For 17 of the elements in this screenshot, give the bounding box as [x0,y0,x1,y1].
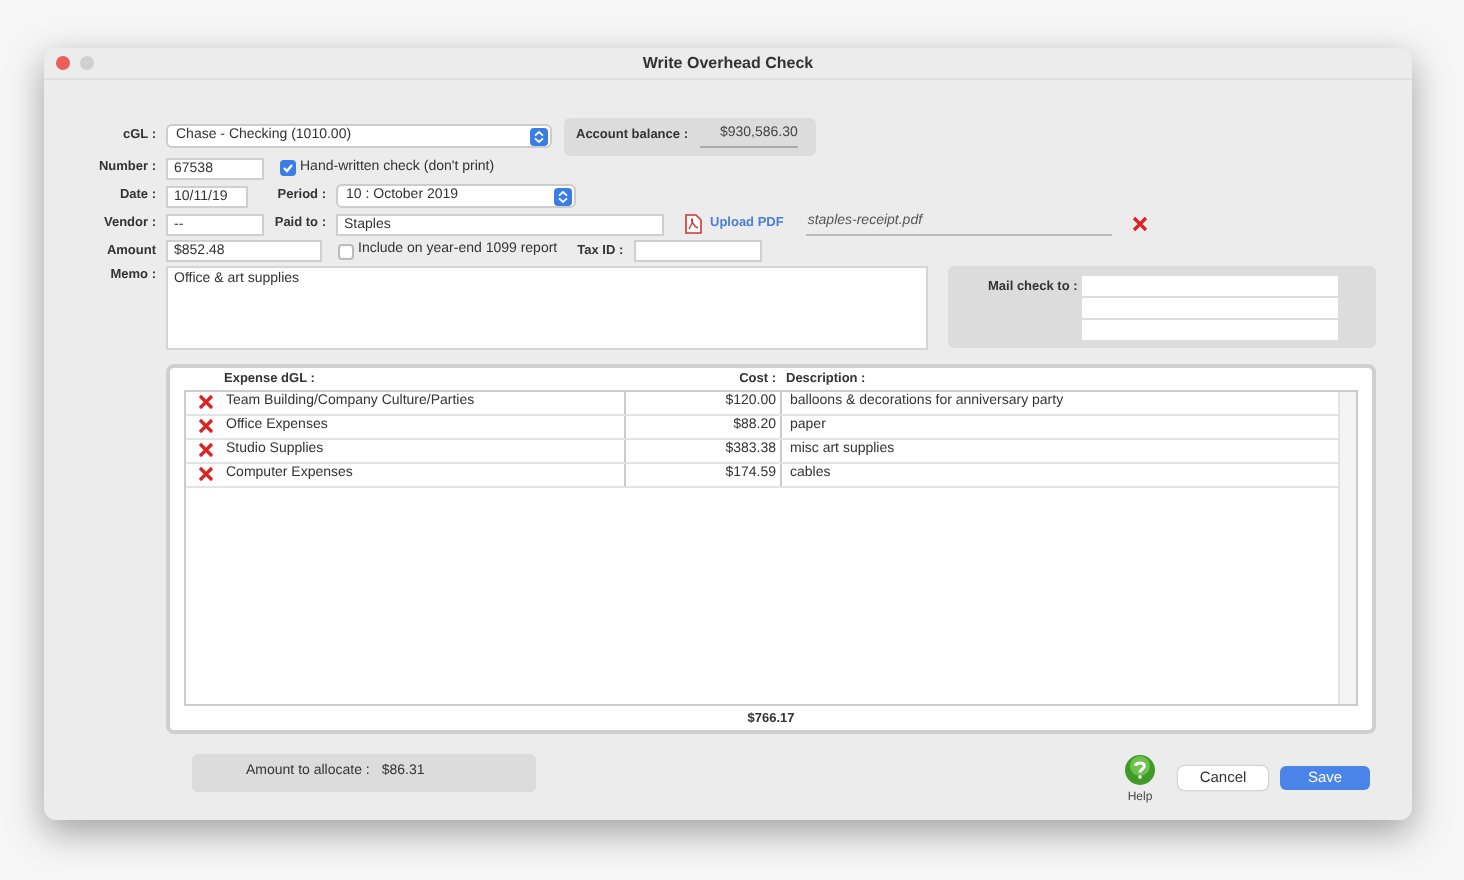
address-field[interactable] [1082,298,1338,318]
delete-icon[interactable] [198,466,214,483]
chevron-icon [530,127,548,145]
input-field[interactable] [633,240,762,262]
chevron-icon [554,187,572,205]
pdf-icon [684,214,702,234]
close-button[interactable] [56,56,70,70]
checkbox[interactable] [280,160,296,176]
window-title: Write Overhead Check [642,51,814,75]
delete-icon[interactable] [198,418,214,435]
delete-icon[interactable] [198,442,214,459]
remove-file-icon[interactable] [1131,216,1148,232]
address-field[interactable] [1082,276,1338,296]
delete-icon[interactable] [198,394,214,411]
address-field[interactable] [1082,320,1338,340]
checkbox[interactable] [338,243,354,259]
help-icon[interactable] [1124,754,1156,786]
